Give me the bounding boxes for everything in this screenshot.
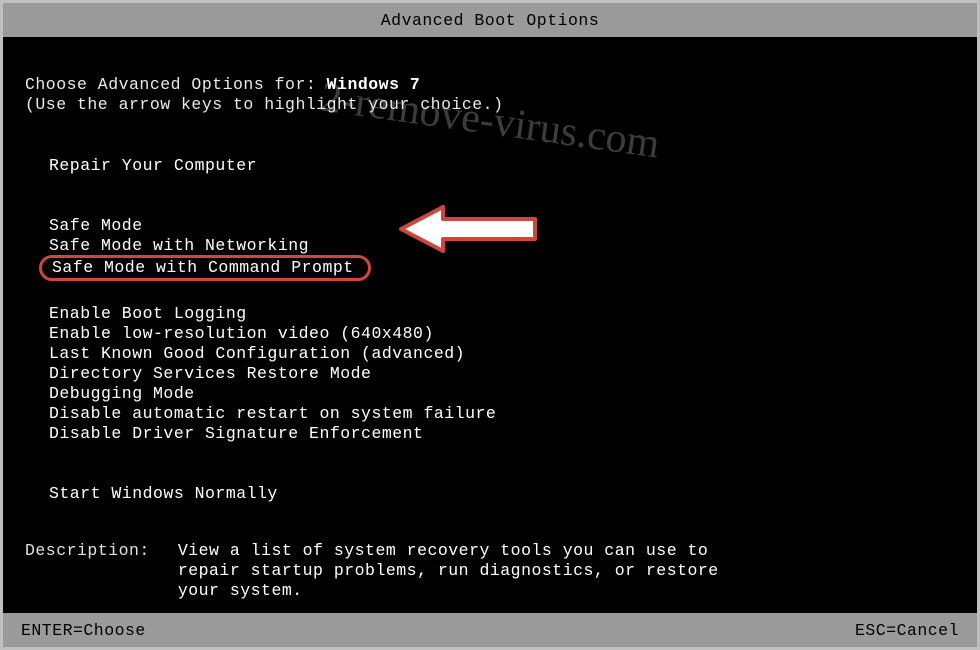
menu-item-disable-auto-restart[interactable]: Disable automatic restart on system fail…	[43, 403, 506, 425]
menu-item-start-normally[interactable]: Start Windows Normally	[43, 483, 288, 505]
title-bar: Advanced Boot Options	[3, 3, 977, 37]
menu-item-boot-logging[interactable]: Enable Boot Logging	[43, 303, 257, 325]
boot-menu-content: Choose Advanced Options for: Windows 7 (…	[3, 37, 977, 613]
menu-item-debugging-mode[interactable]: Debugging Mode	[43, 383, 205, 405]
instruction-line: (Use the arrow keys to highlight your ch…	[25, 95, 955, 115]
footer-esc: ESC=Cancel	[855, 621, 959, 640]
menu-item-safe-mode-command-prompt[interactable]: Safe Mode with Command Prompt	[39, 255, 371, 281]
menu-item-disable-driver-sig[interactable]: Disable Driver Signature Enforcement	[43, 423, 433, 445]
menu-item-ds-restore-mode[interactable]: Directory Services Restore Mode	[43, 363, 381, 385]
menu-item-safe-mode-networking[interactable]: Safe Mode with Networking	[43, 235, 319, 257]
menu-item-repair[interactable]: Repair Your Computer	[43, 155, 267, 177]
menu-item-low-res-video[interactable]: Enable low-resolution video (640x480)	[43, 323, 444, 345]
os-name: Windows 7	[327, 75, 421, 94]
safemode-group: Safe Mode Safe Mode with Networking Safe…	[25, 215, 955, 283]
menu-item-safe-mode[interactable]: Safe Mode	[43, 215, 153, 237]
title-text: Advanced Boot Options	[381, 11, 599, 30]
intro-line: Choose Advanced Options for: Windows 7	[25, 75, 955, 95]
description-row: Description: View a list of system recov…	[25, 503, 955, 601]
options-group: Enable Boot Logging Enable low-resolutio…	[25, 303, 955, 443]
intro-prefix: Choose Advanced Options for:	[25, 75, 327, 94]
menu-item-last-known-good[interactable]: Last Known Good Configuration (advanced)	[43, 343, 475, 365]
footer-bar: ENTER=Choose ESC=Cancel	[3, 613, 977, 647]
description-text: View a list of system recovery tools you…	[178, 541, 738, 601]
boot-menu-frame: Advanced Boot Options 2-remove-virus.com…	[0, 0, 980, 650]
description-label: Description:	[25, 541, 150, 601]
footer-enter: ENTER=Choose	[21, 621, 146, 640]
